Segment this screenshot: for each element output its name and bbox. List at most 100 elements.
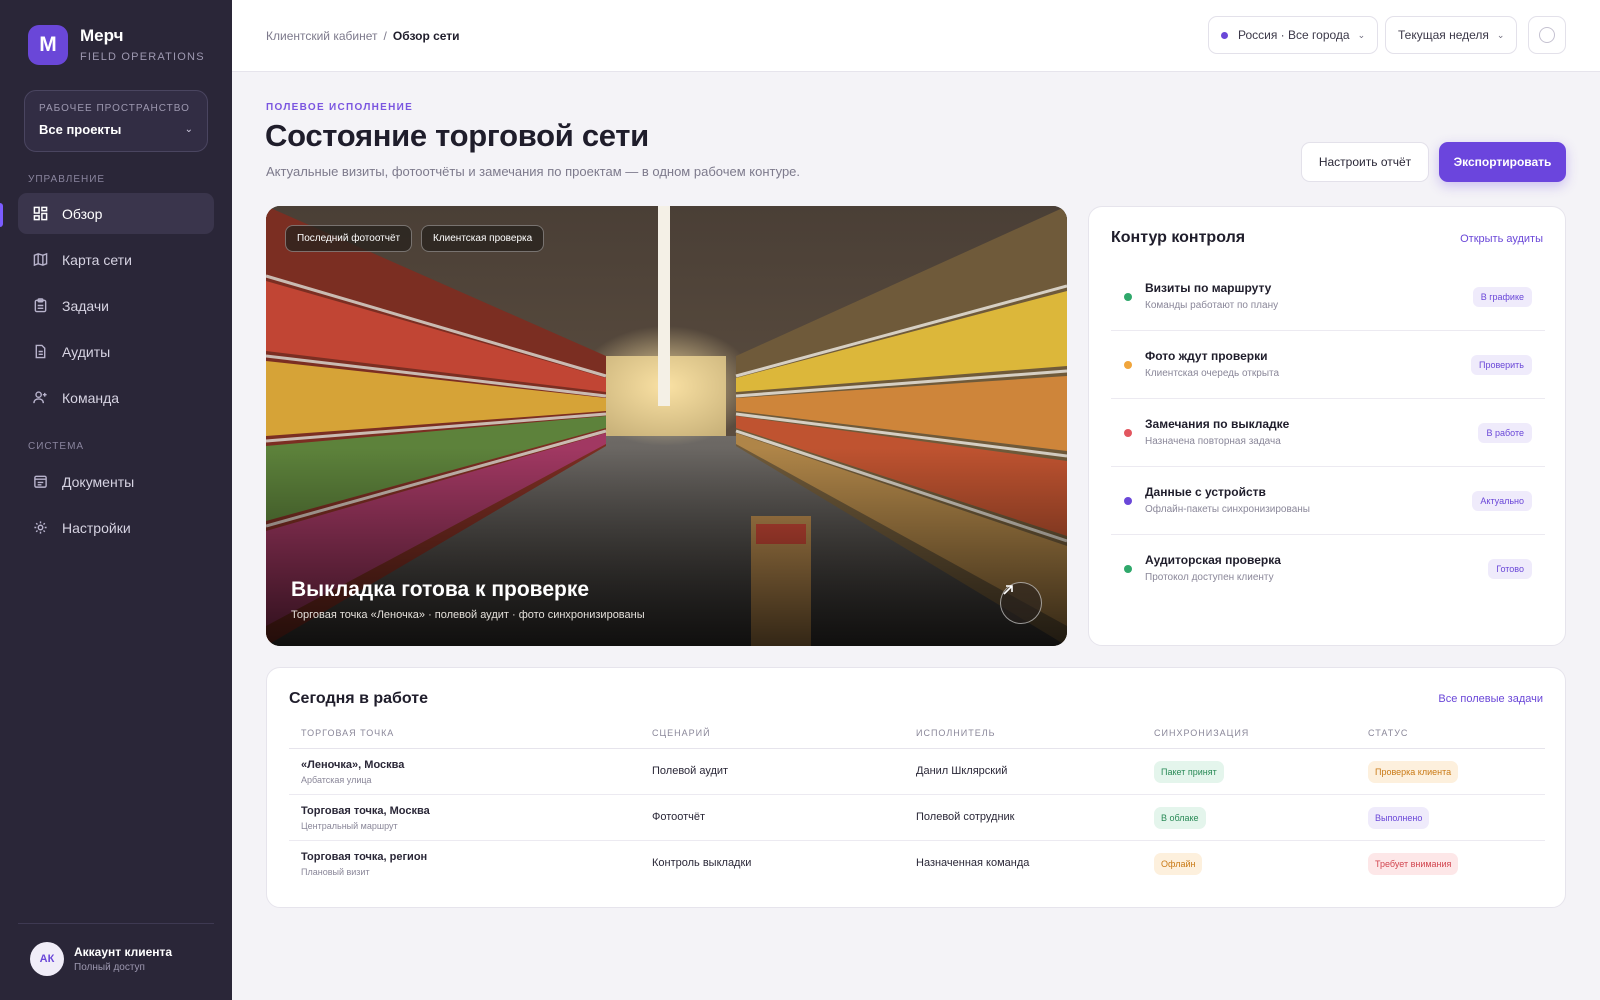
control-row[interactable]: Фото ждут проверки Клиентская очередь от…: [1111, 331, 1545, 399]
column-header-scenario[interactable]: СЦЕНАРИЙ: [652, 728, 711, 738]
table-row[interactable]: Торговая точка, регион Плановый визит Ко…: [289, 841, 1545, 887]
status-badge: Выполнено: [1368, 807, 1430, 829]
point-name: Торговая точка, регион: [301, 851, 428, 863]
page-title: Состояние торговой сети: [265, 118, 649, 153]
control-row-subtitle: Клиентская очередь открыта: [1145, 368, 1280, 379]
scenario-cell: Фотоотчёт: [652, 811, 706, 823]
hero-title: Выкладка готова к проверке: [291, 578, 590, 601]
point-name: Торговая точка, Москва: [301, 805, 430, 817]
sidebar-item-map[interactable]: Карта сети: [18, 239, 214, 280]
sidebar-item-label: Настройки: [62, 519, 131, 536]
executor-cell: Полевой сотрудник: [916, 811, 1015, 823]
today-table-card: Сегодня в работе Все полевые задачи ТОРГ…: [266, 667, 1566, 908]
logo: М: [28, 25, 68, 65]
document-icon: [32, 344, 48, 360]
control-title: Контур контроля: [1111, 229, 1246, 246]
sidebar-item-overview[interactable]: Обзор: [18, 193, 214, 234]
control-row-subtitle: Протокол доступен клиенту: [1145, 572, 1274, 583]
brand-name: Мерч: [80, 25, 124, 45]
control-row[interactable]: Данные с устройств Офлайн-пакеты синхрон…: [1111, 467, 1545, 535]
gear-icon: [32, 520, 48, 536]
region-filter-label: Россия · Все города: [1238, 28, 1350, 42]
sidebar-item-documents[interactable]: Документы: [18, 461, 214, 502]
sync-badge: В облаке: [1154, 807, 1206, 829]
status-dot: [1124, 565, 1132, 573]
breadcrumb-parent[interactable]: Клиентский кабинет: [266, 29, 378, 43]
page-subtitle: Актуальные визиты, фотоотчёты и замечани…: [266, 164, 801, 179]
scenario-cell: Полевой аудит: [652, 765, 729, 777]
column-header-sync[interactable]: СИНХРОНИЗАЦИЯ: [1154, 728, 1249, 738]
control-row-subtitle: Команды работают по плану: [1145, 300, 1279, 311]
sidebar-item-label: Задачи: [62, 297, 110, 314]
open-audits-link[interactable]: Открыть аудиты: [1460, 233, 1543, 245]
workspace-selector[interactable]: РАБОЧЕЕ ПРОСТРАНСТВО Все проекты ⌄: [24, 90, 208, 152]
period-filter-label: Текущая неделя: [1398, 28, 1489, 42]
open-arrow-button[interactable]: [1000, 582, 1042, 624]
scenario-cell: Контроль выкладки: [652, 857, 752, 869]
chevron-down-icon: ⌄: [184, 124, 193, 135]
sidebar-item-audits[interactable]: Аудиты: [18, 331, 214, 372]
hero-subtitle: Торговая точка «Леночка» · полевой аудит…: [291, 609, 645, 621]
control-row-title: Данные с устройств: [1145, 485, 1266, 499]
sidebar-item-label: Команда: [62, 389, 120, 406]
point-name: «Леночка», Москва: [301, 759, 405, 771]
hero-chip-client-check: Клиентская проверка: [421, 225, 545, 252]
topbar: Клиентский кабинет / Обзор сети Россия · В…: [232, 0, 1600, 72]
status-badge: Требует внимания: [1368, 853, 1459, 875]
control-row-title: Замечания по выкладке: [1145, 417, 1290, 431]
account-menu[interactable]: АК Аккаунт клиента Полный доступ: [30, 942, 172, 976]
avatar: АК: [30, 942, 64, 976]
status-dot: [1124, 497, 1132, 505]
export-button[interactable]: Экспортировать: [1439, 142, 1566, 182]
column-header-point[interactable]: ТОРГОВАЯ ТОЧКА: [301, 728, 394, 738]
status-badge: В графике: [1472, 287, 1532, 307]
control-row[interactable]: Визиты по маршруту Команды работают по п…: [1111, 263, 1545, 331]
point-address: Центральный маршрут: [301, 821, 398, 831]
point-address: Плановый визит: [301, 867, 370, 877]
period-filter[interactable]: Текущая неделя ⌄: [1385, 16, 1518, 54]
sidebar-item-tasks[interactable]: Задачи: [18, 285, 214, 326]
status-badge: Проверить: [1470, 355, 1532, 375]
column-header-executor[interactable]: ИСПОЛНИТЕЛЬ: [916, 728, 996, 738]
arrow-up-right-icon: [1003, 585, 1013, 595]
brand[interactable]: М Мерч FIELD OPERATIONS: [28, 25, 205, 65]
folder-icon: [32, 474, 48, 490]
table-row[interactable]: «Леночка», Москва Арбатская улица Полево…: [289, 749, 1545, 795]
chevron-down-icon: ⌄: [1357, 29, 1366, 40]
region-filter[interactable]: Россия · Все города ⌄: [1208, 16, 1379, 54]
status-dot: [1124, 293, 1132, 301]
sidebar-item-settings[interactable]: Настройки: [18, 507, 214, 548]
control-row-title: Визиты по маршруту: [1145, 281, 1272, 295]
active-indicator: [0, 203, 3, 227]
brand-subtitle: FIELD OPERATIONS: [80, 50, 205, 63]
status-dot: [1124, 429, 1132, 437]
dashboard-icon: [32, 206, 48, 222]
nav-section-system: СИСТЕМА: [28, 441, 85, 452]
control-card: Контур контроля Открыть аудиты Визиты по…: [1088, 206, 1566, 646]
region-dot: [1221, 31, 1228, 39]
executor-cell: Данил Шклярский: [916, 765, 1008, 777]
sidebar-item-team[interactable]: Команда: [18, 377, 214, 418]
map-icon: [32, 252, 48, 268]
status-dot: [1124, 361, 1132, 369]
sidebar-item-label: Карта сети: [62, 251, 132, 268]
sidebar-item-label: Документы: [62, 473, 135, 490]
chevron-down-icon: ⌄: [1496, 29, 1505, 40]
sidebar-item-label: Аудиты: [62, 343, 111, 360]
table-row[interactable]: Торговая точка, Москва Центральный маршр…: [289, 795, 1545, 841]
sync-badge: Офлайн: [1154, 853, 1203, 875]
account-role: Полный доступ: [74, 962, 145, 973]
control-row[interactable]: Аудиторская проверка Протокол доступен к…: [1111, 535, 1545, 603]
status-badge: Актуально: [1472, 491, 1532, 511]
control-row-subtitle: Офлайн-пакеты синхронизированы: [1145, 504, 1310, 515]
page-eyebrow: ПОЛЕВОЕ ИСПОЛНЕНИЕ: [266, 102, 414, 113]
configure-report-button[interactable]: Настроить отчёт: [1301, 142, 1429, 182]
column-header-status[interactable]: СТАТУС: [1368, 728, 1408, 738]
profile-button[interactable]: [1528, 16, 1566, 54]
sync-badge: Пакет принят: [1154, 761, 1224, 783]
all-tasks-link[interactable]: Все полевые задачи: [1438, 693, 1543, 705]
hero-photo-card[interactable]: Последний фотоотчёт Клиентская проверка …: [266, 206, 1067, 646]
control-row[interactable]: Замечания по выкладке Назначена повторна…: [1111, 399, 1545, 467]
hero-chip-photo-report: Последний фотоотчёт: [285, 225, 413, 252]
status-badge: Готово: [1488, 559, 1532, 579]
